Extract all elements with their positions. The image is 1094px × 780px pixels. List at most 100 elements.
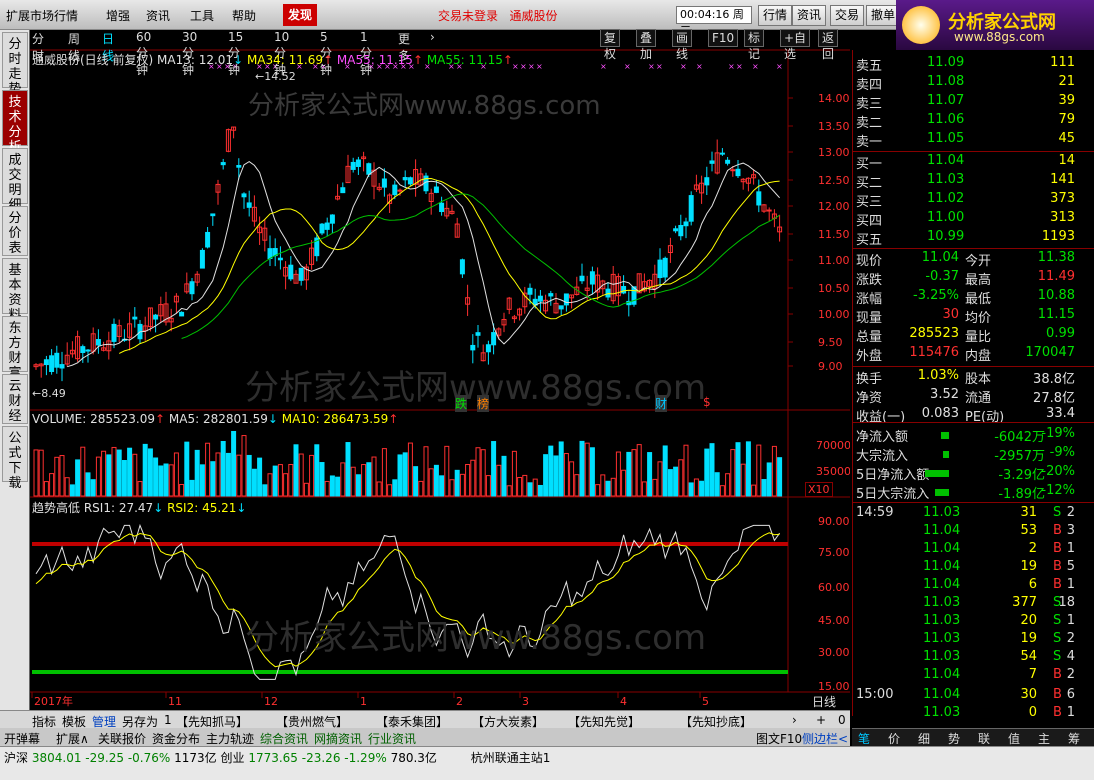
tab-fund-distribution[interactable]: 资金分布 xyxy=(152,730,200,747)
add-watchlist-button[interactable]: +自选 xyxy=(780,29,811,61)
tick-side: B xyxy=(1053,705,1062,720)
trade-button[interactable]: 交易 xyxy=(830,5,865,26)
expand-button[interactable]: 扩展∧ xyxy=(56,730,89,747)
server-label[interactable]: 杭州联通主站1 xyxy=(471,751,551,765)
tab-web-news[interactable]: 网摘资讯 xyxy=(314,730,362,747)
f10-graphic-button[interactable]: 图文F10 xyxy=(756,730,802,747)
tab-trade-detail[interactable]: 成交明细 xyxy=(2,148,28,213)
flow-value: -6042万 xyxy=(994,430,1045,445)
tab-page-1[interactable]: 1 xyxy=(164,713,172,727)
side-tab-main[interactable]: 主 xyxy=(1038,730,1050,747)
tick-price: 11.03 xyxy=(923,613,961,628)
volume-arrow: ↑ xyxy=(155,412,166,426)
bid-row: 买一 11.04 14 xyxy=(853,153,1094,172)
news-button[interactable]: 资讯 xyxy=(792,5,827,26)
candle-body xyxy=(673,228,679,232)
sidebar-toggle[interactable]: 侧边栏< xyxy=(802,730,848,747)
candle-body xyxy=(407,177,413,185)
stat-label: 涨幅 xyxy=(856,292,883,307)
candle-body xyxy=(340,187,346,194)
quote-button[interactable]: 行情 xyxy=(758,5,793,26)
bid-label: 买四 xyxy=(856,214,883,229)
tabs-add[interactable]: + xyxy=(816,713,826,727)
tab-general-news[interactable]: 综合资讯 xyxy=(260,730,308,747)
vol-ma10-label: MA10: 286473.59 xyxy=(281,412,389,426)
menu-item-market[interactable]: 扩展市场行情 xyxy=(6,7,78,24)
adjust-button[interactable]: 复权 xyxy=(600,29,621,61)
stat-value: -0.37 xyxy=(925,269,959,284)
draw-line-button[interactable]: 画线 xyxy=(672,29,693,61)
candle-body xyxy=(537,295,543,302)
signal-marker: × xyxy=(536,62,543,71)
tick-volume: 19 xyxy=(1020,559,1037,574)
tab-related-quote[interactable]: 关联报价 xyxy=(98,730,146,747)
tab-industry-news[interactable]: 行业资讯 xyxy=(368,730,416,747)
flow-bar xyxy=(943,451,949,458)
tick-volume: 2 xyxy=(1028,541,1037,556)
danmaku-toggle[interactable]: 开弹幕 xyxy=(4,730,40,747)
tick-price: 11.03 xyxy=(923,705,961,720)
stat-label: 净资 xyxy=(856,391,883,406)
tab-cloud-finance[interactable]: 云财经 xyxy=(2,374,28,424)
ask-price: 11.09 xyxy=(927,55,965,70)
price-axis-label: 9.00 xyxy=(818,360,843,373)
rsi-axis-label: 45.00 xyxy=(818,614,850,627)
tab-intraday[interactable]: 分时走势 xyxy=(2,32,28,97)
tab-fundamentals[interactable]: 基本资料 xyxy=(2,258,28,323)
event-dollar[interactable]: $ xyxy=(703,395,711,409)
menu-item-enhance[interactable]: 增强 xyxy=(106,7,130,24)
menu-item-news[interactable]: 资讯 xyxy=(146,7,170,24)
trade-login-status[interactable]: 交易未登录 xyxy=(438,9,498,23)
menu-item-help[interactable]: 帮助 xyxy=(232,7,256,24)
volume-bar xyxy=(90,479,96,497)
tab-technical[interactable]: 技术分析 xyxy=(2,90,28,155)
event-rank[interactable]: 榜 xyxy=(477,395,490,412)
candle-body xyxy=(397,189,403,192)
ask-label: 卖四 xyxy=(856,78,883,93)
rsi-lower-band xyxy=(32,670,788,674)
cancel-order-button[interactable]: 撤单 xyxy=(866,5,901,26)
candle-body xyxy=(459,259,465,275)
discover-button[interactable]: 发现 xyxy=(283,4,317,26)
tab-eastmoney[interactable]: 东方财富 xyxy=(2,316,28,381)
candle-body xyxy=(54,352,60,368)
overlay-button[interactable]: 叠加 xyxy=(636,29,657,61)
tick-count: 1 xyxy=(1066,541,1075,556)
stat-label: 现价 xyxy=(856,254,883,269)
volume-bar xyxy=(766,462,772,497)
side-tab-trend[interactable]: 势 xyxy=(948,730,960,747)
tab-formula-download[interactable]: 公式下载 xyxy=(2,426,28,491)
side-tab-price[interactable]: 价 xyxy=(888,730,900,747)
tabs-scroll-right[interactable]: › xyxy=(792,713,797,727)
volume-bar xyxy=(231,430,237,497)
volume-bar xyxy=(345,442,351,497)
side-tab-value[interactable]: 值 xyxy=(1008,730,1020,747)
ask-volume: 21 xyxy=(1058,74,1075,89)
tab-price-table[interactable]: 分价表 xyxy=(2,206,28,256)
volume-bar xyxy=(147,448,153,497)
tick-volume: 54 xyxy=(1020,649,1037,664)
tab-period-next[interactable]: › xyxy=(430,30,435,44)
mark-button[interactable]: 标记 xyxy=(744,29,765,61)
tick-side: B xyxy=(1053,541,1062,556)
side-tab-chips[interactable]: 筹 xyxy=(1068,730,1080,747)
chart-area[interactable]: × × × × × × × × × × × × × × × × × × × × × × × × × × × × × × × × × × × 14.0… xyxy=(30,29,851,716)
side-tab-linked[interactable]: 联 xyxy=(978,730,990,747)
bid-row: 买三 11.02 373 xyxy=(853,191,1094,210)
event-down[interactable]: 跌 xyxy=(455,395,468,412)
volume-bar xyxy=(220,440,226,497)
candle-body xyxy=(439,202,445,213)
volume-bar xyxy=(433,464,439,497)
tabs-zero[interactable]: 0 xyxy=(838,713,846,727)
back-button[interactable]: 返回 xyxy=(818,29,839,61)
stat-value: 27.8亿 xyxy=(1033,391,1075,406)
event-finance[interactable]: 财 xyxy=(655,395,668,412)
stat-row: 现价 11.04 今开 11.38 xyxy=(853,250,1094,269)
side-tab-detail[interactable]: 细 xyxy=(918,730,930,747)
tab-main-track[interactable]: 主力轨迹 xyxy=(206,730,254,747)
menu-item-tools[interactable]: 工具 xyxy=(190,7,214,24)
stat-label: 今开 xyxy=(965,254,992,269)
side-tab-trades[interactable]: 笔 xyxy=(858,730,870,747)
signal-marker: × xyxy=(696,62,703,71)
f10-button[interactable]: F10 xyxy=(708,29,739,47)
